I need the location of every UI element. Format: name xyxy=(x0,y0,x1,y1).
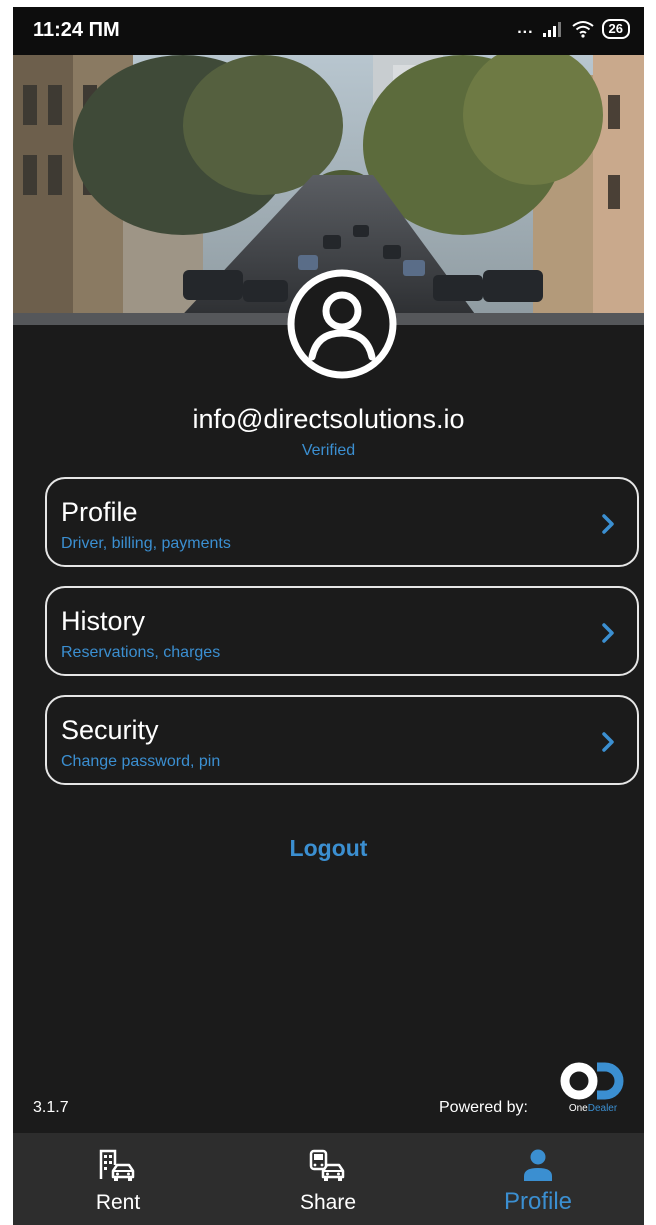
onedealer-logo-icon xyxy=(560,1062,624,1100)
menu-title: History xyxy=(61,606,146,636)
nav-tab-share[interactable]: Share xyxy=(223,1133,433,1225)
onedealer-logo: OneDealer xyxy=(553,1059,633,1119)
car-share-icon xyxy=(309,1149,345,1181)
profile-menu-item[interactable]: Profile Driver, billing, payments xyxy=(45,477,639,567)
logo-wordmark: OneDealer xyxy=(568,1103,618,1114)
menu-title: Security xyxy=(61,715,159,745)
menu-subtitle: Change password, pin xyxy=(61,753,221,770)
nav-label: Share xyxy=(299,1191,357,1214)
powered-by-label: Powered by: xyxy=(439,1099,528,1116)
status-bar: 11:24 ПМ ... 26 xyxy=(13,7,644,55)
wifi-icon xyxy=(571,21,594,38)
bottom-navigation: Rent Share Profile xyxy=(13,1133,644,1225)
security-menu-item[interactable]: Security Change password, pin xyxy=(45,695,639,785)
account-email: info@directsolutions.io xyxy=(192,404,465,434)
signal-icon xyxy=(542,22,561,37)
status-time: 11:24 ПМ xyxy=(33,19,120,41)
menu-subtitle: Reservations, charges xyxy=(61,644,221,661)
verified-status: Verified xyxy=(301,442,356,459)
avatar-icon xyxy=(287,269,397,379)
menu-title: Profile xyxy=(61,497,138,527)
battery-indicator: 26 xyxy=(601,19,630,39)
nav-tab-rent[interactable]: Rent xyxy=(13,1133,223,1225)
nav-label: Profile xyxy=(503,1188,573,1215)
chevron-right-icon xyxy=(602,623,614,643)
person-icon xyxy=(524,1149,552,1181)
nav-label: Rent xyxy=(95,1191,141,1214)
menu-subtitle: Driver, billing, payments xyxy=(61,535,231,552)
status-indicators: ... 26 xyxy=(517,19,630,39)
app-version: 3.1.7 xyxy=(33,1099,69,1116)
status-dots: ... xyxy=(517,20,534,37)
building-car-icon xyxy=(99,1149,135,1181)
app-screen: 11:24 ПМ ... 26 info@directsolutions.io … xyxy=(13,7,644,1225)
history-menu-item[interactable]: History Reservations, charges xyxy=(45,586,639,676)
chevron-right-icon xyxy=(602,514,614,534)
nav-tab-profile[interactable]: Profile xyxy=(433,1133,643,1225)
logout-button[interactable]: Logout xyxy=(13,835,644,862)
chevron-right-icon xyxy=(602,732,614,752)
